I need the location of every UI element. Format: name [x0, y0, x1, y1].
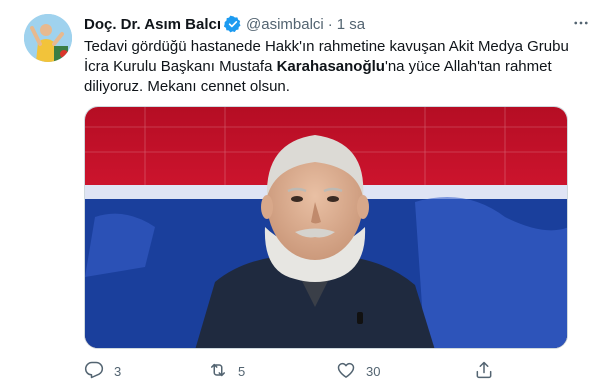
- reply-count: 3: [114, 364, 122, 379]
- tweet-text-bold[interactable]: Karahasanoğlu: [277, 58, 385, 75]
- avatar[interactable]: [24, 14, 72, 62]
- more-options-icon[interactable]: [570, 12, 592, 34]
- heart-icon: [336, 360, 356, 383]
- timestamp[interactable]: 1 sa: [337, 16, 365, 33]
- like-button[interactable]: 30: [336, 360, 380, 383]
- tweet-actions: 3 5 30: [84, 360, 504, 384]
- like-count: 30: [366, 364, 381, 379]
- retweet-button[interactable]: 5: [208, 360, 245, 383]
- share-icon: [474, 360, 494, 383]
- reply-button[interactable]: 3: [84, 360, 121, 383]
- share-button[interactable]: [474, 360, 494, 383]
- tweet-media-image[interactable]: [84, 106, 568, 349]
- separator-dot: ·: [327, 15, 333, 33]
- retweet-count: 5: [238, 364, 246, 379]
- tweet-card[interactable]: Doç. Dr. Asım Balcı @asimbalci · 1 sa Te…: [0, 0, 614, 389]
- tweet-text: Tedavi gördüğü hastanede Hakk'ın rahmeti…: [84, 37, 584, 97]
- verified-badge-icon: [224, 15, 242, 33]
- display-name[interactable]: Doç. Dr. Asım Balcı: [84, 16, 221, 33]
- retweet-icon: [208, 360, 228, 383]
- user-handle[interactable]: @asimbalci: [246, 16, 324, 33]
- reply-icon: [84, 360, 104, 383]
- tweet-header: Doç. Dr. Asım Balcı @asimbalci · 1 sa: [84, 14, 365, 34]
